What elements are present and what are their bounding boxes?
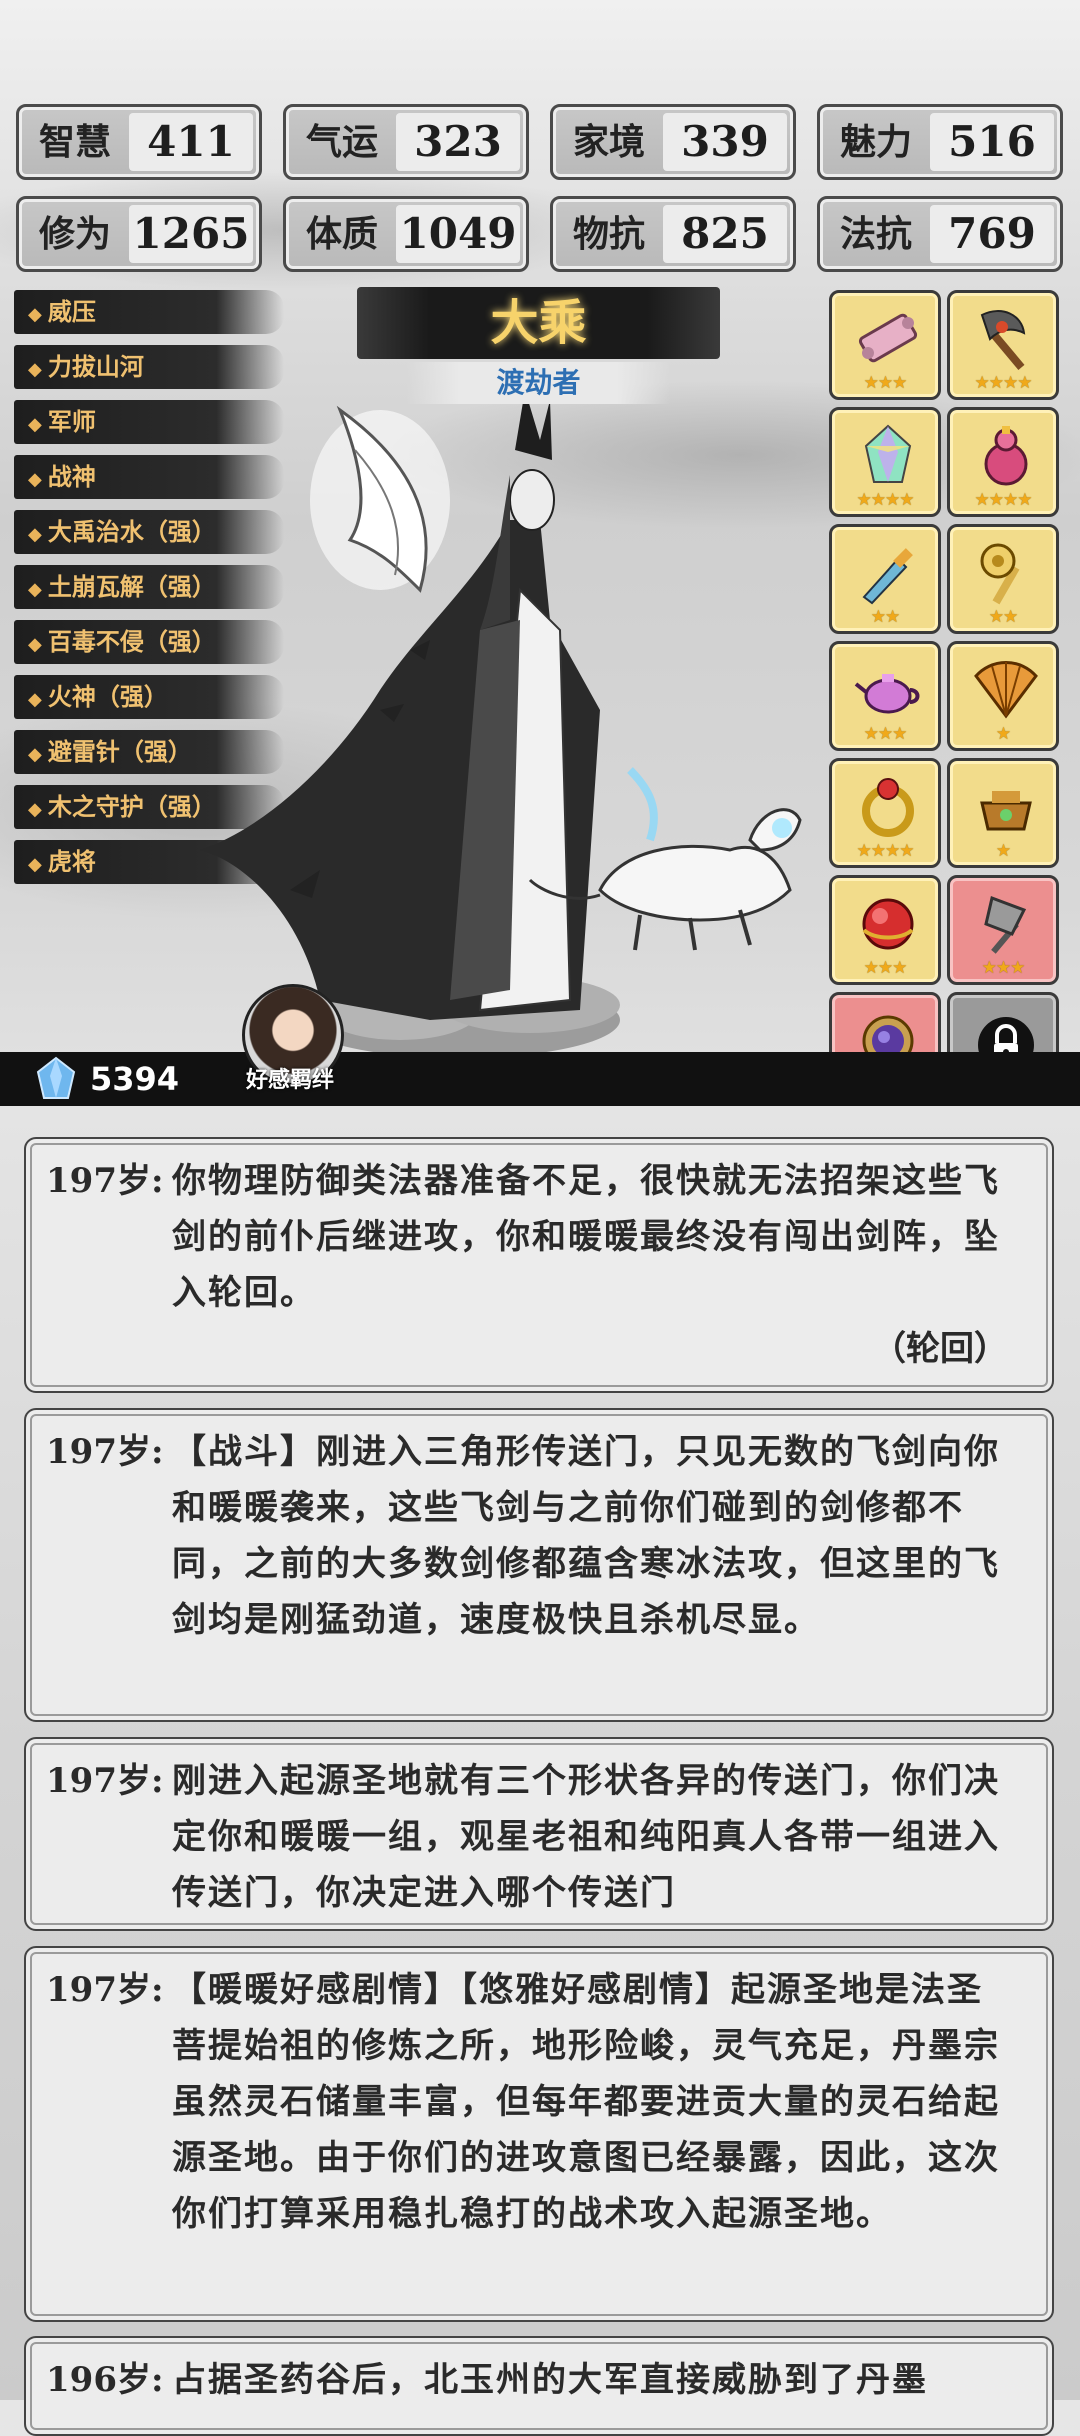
diamond-icon: ◆ (28, 744, 42, 765)
axe-icon (980, 310, 1026, 370)
item-slot[interactable]: ★★ (829, 524, 941, 634)
diamond-icon: ◆ (28, 689, 42, 710)
log-entry: 197岁: 你物理防御类法器准备不足，很快就无法招架这些飞剑的前仆后继进攻，你和… (24, 1137, 1054, 1393)
affinity-button-label[interactable]: 好感羁绊 (232, 1062, 348, 1094)
stat-label: 法抗 (839, 213, 912, 255)
entry-text: 刚进入起源圣地就有三个形状各异的传送门，你们决定你和暖暖一组，观星老祖和纯阳真人… (172, 1761, 1000, 1913)
diamond-icon: ◆ (28, 854, 42, 875)
stat-constitution: 体质 1049 (283, 196, 529, 272)
stat-value: 1265 (129, 205, 253, 263)
skill-tag[interactable]: ◆ 威压 (14, 290, 284, 334)
stat-value: 1049 (396, 205, 520, 263)
item-slot[interactable]: ★★★★ (829, 407, 941, 517)
orb-icon (862, 898, 914, 950)
stat-value: 825 (663, 205, 787, 263)
log-entry: 197岁: 【战斗】刚进入三角形传送门，只见无数的飞剑向你和暖暖袭来，这些飞剑与… (24, 1408, 1054, 1722)
stat-label: 物抗 (572, 213, 645, 255)
stat-wisdom: 智慧 411 (16, 104, 262, 180)
diamond-icon: ◆ (28, 579, 42, 600)
diamond-icon: ◆ (28, 359, 42, 380)
item-slot[interactable]: ★★★ (947, 875, 1059, 985)
log-entry: 197岁: 刚进入起源圣地就有三个形状各异的传送门，你们决定你和暖暖一组，观星老… (24, 1737, 1054, 1931)
diamond-icon: ◆ (28, 469, 42, 490)
stat-value: 411 (129, 113, 253, 171)
dagger-icon (862, 548, 913, 605)
diamond-icon: ◆ (28, 304, 42, 325)
stat-charm: 魅力 516 (817, 104, 1063, 180)
log-entry: 197岁: 【暖暖好感剧情】【悠雅好感剧情】起源圣地是法圣菩提始祖的修炼之所，地… (24, 1946, 1054, 2322)
entry-age: 197岁: (46, 1161, 164, 1201)
stat-cultivation: 修为 1265 (16, 196, 262, 272)
stat-label: 气运 (305, 121, 378, 163)
entry-age: 197岁: (46, 1432, 164, 1472)
stat-value: 769 (930, 205, 1054, 263)
item-slot[interactable]: ★★★ (829, 641, 941, 751)
stat-label: 魅力 (839, 121, 912, 163)
teapot-icon (854, 674, 920, 714)
item-slot[interactable]: ★ (947, 758, 1059, 868)
entry-text: 【战斗】刚进入三角形传送门，只见无数的飞剑向你和暖暖袭来，这些飞剑与之前你们碰到… (172, 1432, 1000, 1640)
entry-text: 【暖暖好感剧情】【悠雅好感剧情】起源圣地是法圣菩提始祖的修炼之所，地形险峻，灵气… (172, 1970, 1000, 2234)
stat-label: 体质 (305, 213, 378, 255)
item-slot[interactable]: ★ (947, 641, 1059, 751)
diamond-icon: ◆ (28, 414, 42, 435)
stat-value: 339 (663, 113, 787, 171)
realm-banner: 大乘 (357, 287, 720, 359)
entry-text: 你物理防御类法器准备不足，很快就无法招架这些飞剑的前仆后继进攻，你和暖暖最终没有… (172, 1161, 1000, 1313)
character-portrait (200, 390, 802, 1058)
crystal-icon (864, 424, 912, 483)
stat-magic-resist: 法抗 769 (817, 196, 1063, 272)
entry-age: 197岁: (46, 1970, 164, 2010)
spade-icon (984, 895, 1027, 954)
spirit-stone-icon (36, 1056, 76, 1099)
skill-tag[interactable]: ◆ 力拔山河 (14, 345, 284, 389)
stat-label: 家境 (572, 121, 645, 163)
stat-value: 516 (930, 113, 1054, 171)
entry-age: 197岁: (46, 1761, 164, 1801)
stat-label: 修为 (38, 213, 111, 255)
entry-tag: （轮回） (872, 1329, 1008, 1369)
diamond-icon: ◆ (28, 634, 42, 655)
ring-icon (862, 778, 914, 837)
gourd-icon (984, 426, 1028, 486)
diamond-icon: ◆ (28, 524, 42, 545)
mace-icon (980, 543, 1020, 605)
item-slot[interactable]: ★★★★ (947, 290, 1059, 400)
item-slot[interactable]: ★★★★ (947, 407, 1059, 517)
log-entry: 196岁: 占据圣药谷后，北玉州的大军直接威胁到了丹墨 (24, 2336, 1054, 2436)
cauldron-icon (980, 791, 1032, 831)
realm-subtitle: 渡劫者 (407, 362, 670, 404)
item-slot[interactable]: ★★ (947, 524, 1059, 634)
spirit-stone-count: 5394 (90, 1060, 180, 1098)
item-slot[interactable]: ★★★ (829, 290, 941, 400)
stat-label: 智慧 (38, 121, 111, 163)
stat-family: 家境 339 (550, 104, 796, 180)
stat-value: 323 (396, 113, 520, 171)
realm-title: 大乘 (490, 295, 587, 351)
stat-luck: 气运 323 (283, 104, 529, 180)
item-slot[interactable]: ★★★★ (829, 758, 941, 868)
stat-physical-resist: 物抗 825 (550, 196, 796, 272)
diamond-icon: ◆ (28, 799, 42, 820)
scroll-icon (858, 313, 918, 363)
item-slot[interactable]: ★★★ (829, 875, 941, 985)
fan-icon (974, 661, 1038, 719)
